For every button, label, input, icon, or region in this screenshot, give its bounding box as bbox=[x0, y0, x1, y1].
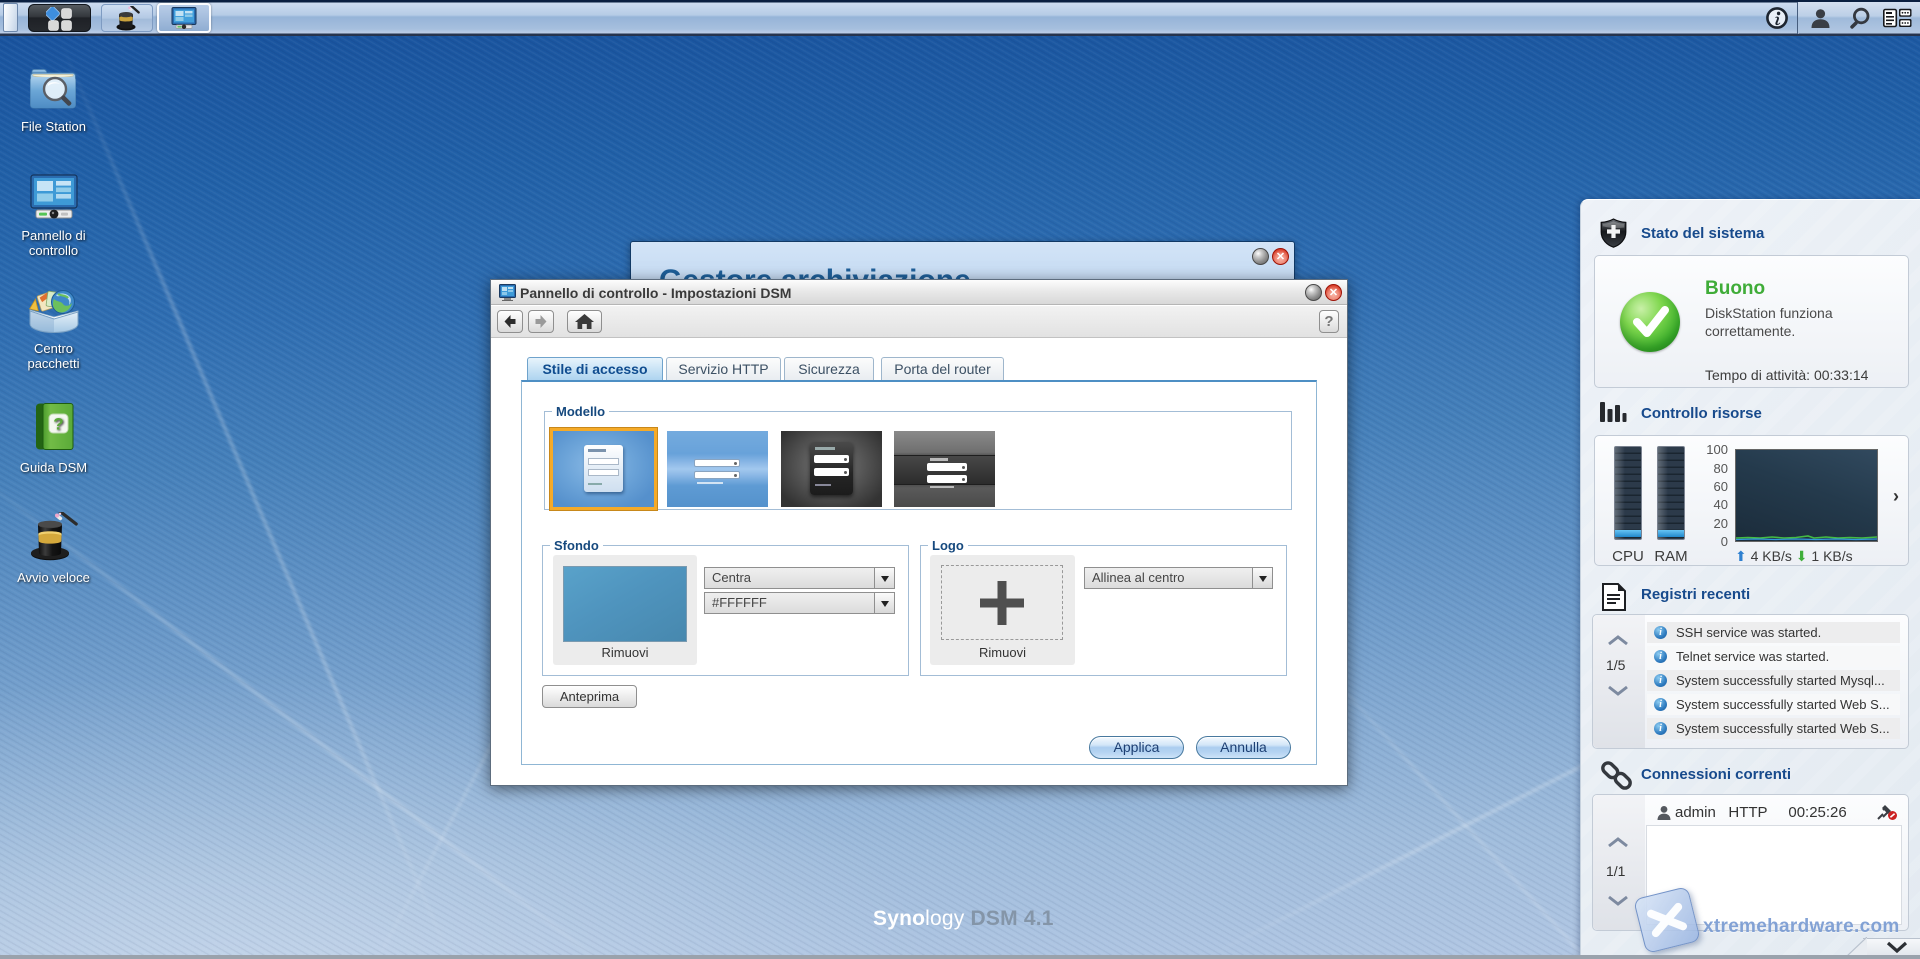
svg-text:?: ? bbox=[53, 415, 63, 434]
